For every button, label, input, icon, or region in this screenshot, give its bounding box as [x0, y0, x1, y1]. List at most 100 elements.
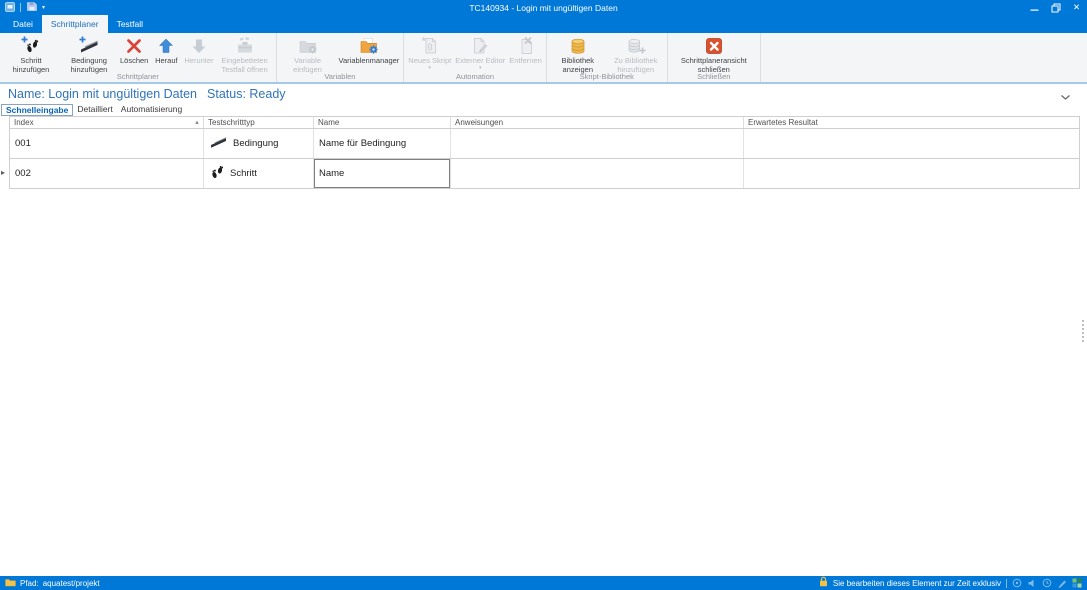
restore-icon	[1051, 3, 1061, 13]
splitter-grip[interactable]	[1082, 320, 1084, 342]
info-bar: Name: Login mit ungültigen Daten Status:…	[0, 84, 1087, 104]
script-new-icon: {)	[419, 35, 441, 57]
cell-index[interactable]: 002	[10, 159, 204, 188]
lock-message: Sie bearbeiten dieses Element zur Zeit e…	[833, 579, 1001, 588]
speaker-icon[interactable]	[1027, 578, 1037, 588]
cell-type[interactable]: Schritt	[204, 159, 314, 188]
cell-index[interactable]: 001	[10, 129, 204, 158]
delete-button[interactable]: Löschen	[118, 35, 150, 66]
lock-icon	[819, 574, 828, 590]
status-circle-icon[interactable]	[1012, 578, 1022, 588]
app-window: { "window": { "title": "TC140934 - Login…	[0, 0, 1087, 590]
external-editor-icon	[469, 35, 491, 57]
dropdown-caret-icon: ▾	[479, 66, 482, 70]
table-row: 002 Schritt Name	[9, 159, 1080, 189]
history-icon[interactable]	[1042, 578, 1052, 588]
window-title: TC140934 - Login mit ungültigen Daten	[0, 3, 1087, 13]
database-icon	[567, 35, 589, 57]
red-x-icon	[123, 35, 145, 57]
dropdown-caret-icon: ▾	[428, 66, 431, 70]
cell-name[interactable]: Name für Bedingung	[314, 129, 451, 158]
svg-text:{): {)	[428, 44, 433, 51]
new-script-button[interactable]: {) Neues Skript ▾	[406, 35, 453, 70]
testcase-status-label: Status: Ready	[207, 87, 286, 101]
arrow-down-icon	[188, 35, 210, 57]
minimize-button[interactable]	[1024, 0, 1045, 15]
ribbon-group-skript-bibliothek: Bibliothek anzeigen Zu Bibliothek hinzuf…	[547, 33, 668, 82]
ribbon-group-label: Variablen	[277, 72, 404, 82]
ribbon-tab-testfall[interactable]: Testfall	[108, 15, 152, 33]
condition-icon	[209, 134, 228, 153]
view-tab-bar: Schnelleingabe Detailliert Automatisieru…	[0, 104, 1087, 116]
add-to-library-button[interactable]: Zu Bibliothek hinzufügen	[607, 35, 665, 74]
cell-anweisungen[interactable]	[451, 159, 744, 188]
remove-script-button[interactable]: Entfernen	[507, 35, 544, 66]
footprints-icon	[209, 164, 225, 184]
statusbar-right: Sie bearbeiten dieses Element zur Zeit e…	[819, 574, 1082, 590]
database-add-icon	[625, 35, 647, 57]
ribbon-tab-datei[interactable]: Datei	[4, 15, 42, 33]
titlebar: ▾ TC140934 - Login mit ungültigen Daten …	[0, 0, 1087, 15]
ribbon-group-label: Automation	[404, 72, 546, 82]
ribbon-group-schliessen: Schrittplaneransicht schließen Schließen	[668, 33, 761, 82]
table-row: 001 Bedingung Name für Bedingung	[9, 129, 1080, 159]
tab-automatisierung[interactable]: Automatisierung	[117, 104, 186, 116]
pen-icon[interactable]	[1057, 578, 1067, 588]
grid-header: Index ▲ Testschritttyp Name Anweisungen …	[9, 116, 1080, 129]
cell-erwartetes-resultat[interactable]	[744, 159, 1079, 188]
move-up-button[interactable]: Herauf	[150, 35, 182, 66]
cell-name-editing[interactable]: Name	[314, 159, 451, 188]
ribbon-group-automation: {) Neues Skript ▾ Externer Editor ▾	[404, 33, 547, 82]
move-down-button[interactable]: Herunter	[182, 35, 215, 66]
add-condition-button[interactable]: Bedingung hinzufügen	[60, 35, 118, 74]
insert-variable-button[interactable]: Variable einfügen	[279, 35, 337, 74]
column-header-erwartetes-resultat[interactable]: Erwartetes Resultat	[744, 117, 1079, 128]
open-embedded-testcase-button[interactable]: Eingebetteten Testfall öffnen	[216, 35, 274, 74]
ribbon-group-label: Schließen	[668, 72, 760, 82]
qat-customize-caret-icon[interactable]: ▾	[42, 5, 45, 11]
footprints-add-icon	[20, 35, 42, 57]
ribbon-tab-schrittplaner[interactable]: Schrittplaner	[42, 15, 108, 33]
variable-manager-button[interactable]: Variablenmanager	[337, 35, 402, 66]
column-header-testschritttyp[interactable]: Testschritttyp	[204, 117, 314, 128]
statusbar: Pfad: aquatest/projekt Sie bearbeiten di…	[0, 576, 1087, 590]
minimize-icon	[1030, 3, 1039, 12]
cell-type[interactable]: Bedingung	[204, 129, 314, 158]
folder-icon	[5, 578, 16, 589]
statusbar-divider	[1006, 579, 1007, 588]
cell-anweisungen[interactable]	[451, 129, 744, 158]
folder-gear-gray-icon	[297, 35, 319, 57]
close-view-icon	[703, 35, 725, 57]
quick-access-toolbar: ▾	[0, 0, 45, 17]
chevron-down-icon[interactable]	[1060, 90, 1071, 104]
column-header-name[interactable]: Name	[314, 117, 451, 128]
cell-erwartetes-resultat[interactable]	[744, 129, 1079, 158]
column-header-index[interactable]: Index ▲	[10, 117, 204, 128]
add-step-button[interactable]: Schritt hinzufügen	[2, 35, 60, 74]
window-controls: ✕	[1024, 0, 1087, 15]
qat-divider	[20, 3, 21, 12]
path-label: Pfad:	[20, 579, 39, 588]
path-value: aquatest/projekt	[43, 579, 100, 588]
tab-detailliert[interactable]: Detailliert	[73, 104, 116, 116]
connection-grid-icon[interactable]	[1072, 578, 1082, 588]
embedded-testcase-icon	[234, 35, 256, 57]
document-remove-icon	[515, 35, 537, 57]
statusbar-path: Pfad: aquatest/projekt	[5, 578, 100, 589]
restore-button[interactable]	[1045, 0, 1066, 15]
external-editor-button[interactable]: Externer Editor ▾	[453, 35, 507, 70]
ribbon: Schritt hinzufügen Bedingung hinzufügen …	[0, 33, 1087, 84]
arrow-up-icon	[155, 35, 177, 57]
show-library-button[interactable]: Bibliothek anzeigen	[549, 35, 607, 74]
sort-ascending-icon[interactable]: ▲	[194, 120, 200, 126]
tab-schnelleingabe[interactable]: Schnelleingabe	[1, 104, 73, 116]
current-row-marker-icon: ▸	[1, 169, 5, 177]
save-icon[interactable]	[26, 0, 37, 17]
ribbon-group-variablen: Variable einfügen Variablenmanager Varia…	[277, 33, 405, 82]
close-step-planner-view-button[interactable]: Schrittplaneransicht schließen	[670, 35, 758, 74]
testcase-name-label: Name: Login mit ungültigen Daten	[8, 87, 197, 101]
app-icon[interactable]	[5, 0, 15, 17]
column-header-anweisungen[interactable]: Anweisungen	[451, 117, 744, 128]
ribbon-group-label: Skript-Bibliothek	[547, 72, 667, 82]
close-button[interactable]: ✕	[1066, 0, 1087, 15]
